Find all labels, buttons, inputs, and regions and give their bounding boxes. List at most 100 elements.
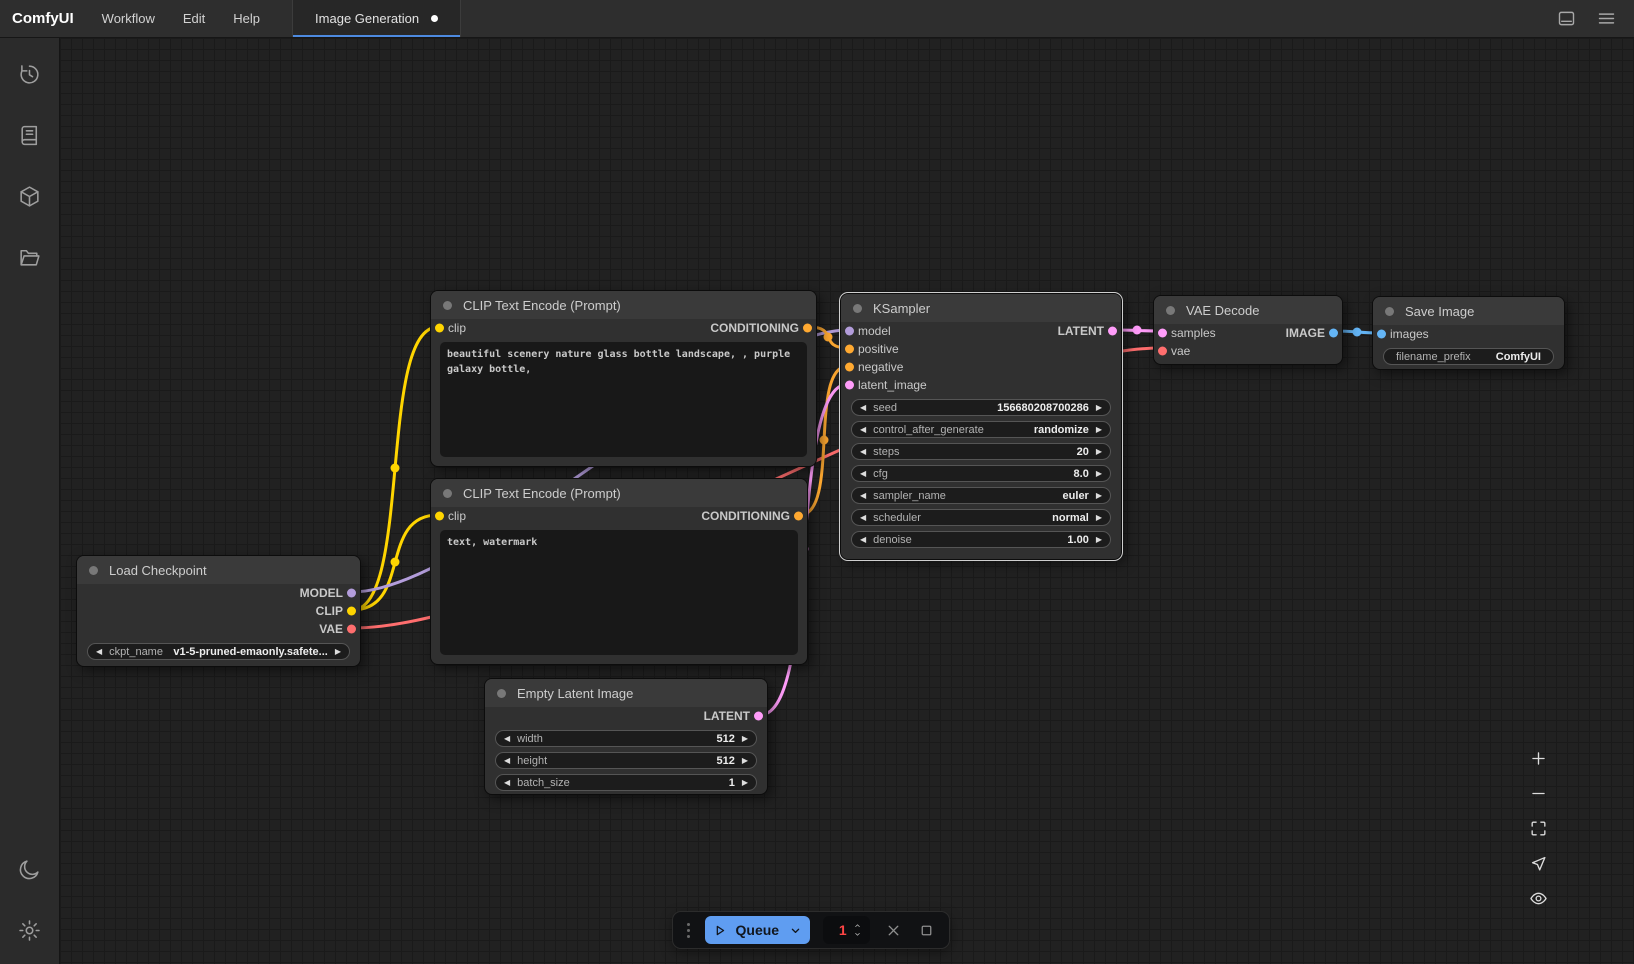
- output-port-LATENT[interactable]: [754, 712, 763, 721]
- widget-seed[interactable]: ◀seed156680208700286▶: [851, 399, 1111, 416]
- input-port-negative[interactable]: [845, 363, 854, 372]
- widget-right-arrow-icon[interactable]: ▶: [1096, 404, 1102, 412]
- node-save-image[interactable]: Save Imageimagesfilename_prefixComfyUI: [1372, 296, 1565, 370]
- model-library-icon[interactable]: [8, 174, 52, 218]
- widget-left-arrow-icon[interactable]: ◀: [860, 470, 866, 478]
- prompt-textarea[interactable]: beautiful scenery nature glass bottle la…: [440, 342, 807, 457]
- node-header[interactable]: CLIP Text Encode (Prompt): [431, 291, 816, 319]
- input-port-images[interactable]: [1377, 330, 1386, 339]
- collapse-dot-icon[interactable]: [1166, 306, 1175, 315]
- widget-cfg[interactable]: ◀cfg8.0▶: [851, 465, 1111, 482]
- settings-gear-icon[interactable]: [8, 908, 52, 952]
- menu-help[interactable]: Help: [219, 0, 274, 37]
- input-port-samples[interactable]: [1158, 329, 1167, 338]
- menu-edit[interactable]: Edit: [169, 0, 219, 37]
- node-clip-text-encode-positive[interactable]: CLIP Text Encode (Prompt)clipCONDITIONIN…: [430, 290, 817, 467]
- hamburger-menu-icon[interactable]: [1586, 0, 1626, 37]
- input-port-clip[interactable]: [435, 324, 444, 333]
- zoom-out-icon[interactable]: [1524, 781, 1552, 805]
- node-vae-decode[interactable]: VAE DecodesamplesIMAGEvae: [1153, 295, 1343, 365]
- widget-batch_size[interactable]: ◀batch_size1▶: [495, 774, 757, 791]
- node-header[interactable]: KSampler: [841, 294, 1121, 322]
- widget-left-arrow-icon[interactable]: ◀: [504, 735, 510, 743]
- widget-steps[interactable]: ◀steps20▶: [851, 443, 1111, 460]
- widget-right-arrow-icon[interactable]: ▶: [1096, 426, 1102, 434]
- clear-queue-square-icon[interactable]: [916, 918, 937, 942]
- widget-right-arrow-icon[interactable]: ▶: [1096, 470, 1102, 478]
- node-header[interactable]: CLIP Text Encode (Prompt): [431, 479, 807, 507]
- stepper-up-icon[interactable]: [851, 921, 864, 930]
- node-header[interactable]: Empty Latent Image: [485, 679, 767, 707]
- input-port-model[interactable]: [845, 327, 854, 336]
- input-port-vae[interactable]: [1158, 347, 1167, 356]
- input-port-latent_image[interactable]: [845, 381, 854, 390]
- output-port-MODEL[interactable]: [347, 589, 356, 598]
- input-port-clip[interactable]: [435, 512, 444, 521]
- drag-handle-icon[interactable]: [685, 921, 692, 940]
- prompt-textarea[interactable]: text, watermark: [440, 530, 798, 655]
- menu-workflow[interactable]: Workflow: [88, 0, 169, 37]
- node-header[interactable]: VAE Decode: [1154, 296, 1342, 324]
- widget-right-arrow-icon[interactable]: ▶: [742, 779, 748, 787]
- widget-scheduler[interactable]: ◀schedulernormal▶: [851, 509, 1111, 526]
- collapse-dot-icon[interactable]: [89, 566, 98, 575]
- widget-denoise[interactable]: ◀denoise1.00▶: [851, 531, 1111, 548]
- stepper-down-icon[interactable]: [851, 930, 864, 939]
- widget-right-arrow-icon[interactable]: ▶: [1096, 514, 1102, 522]
- collapse-dot-icon[interactable]: [853, 304, 862, 313]
- collapse-dot-icon[interactable]: [443, 489, 452, 498]
- widget-value: 20: [1077, 446, 1089, 458]
- widget-width[interactable]: ◀width512▶: [495, 730, 757, 747]
- app-logo[interactable]: ComfyUI: [0, 0, 88, 37]
- output-port-VAE[interactable]: [347, 625, 356, 634]
- history-icon[interactable]: [8, 52, 52, 96]
- output-port-CLIP[interactable]: [347, 607, 356, 616]
- node-header[interactable]: Save Image: [1373, 297, 1564, 325]
- zoom-in-icon[interactable]: [1524, 746, 1552, 770]
- widget-left-arrow-icon[interactable]: ◀: [96, 648, 102, 656]
- node-empty-latent-image[interactable]: Empty Latent ImageLATENT◀width512▶◀heigh…: [484, 678, 768, 795]
- widget-left-arrow-icon[interactable]: ◀: [860, 514, 866, 522]
- widget-height[interactable]: ◀height512▶: [495, 752, 757, 769]
- node-load-checkpoint[interactable]: Load CheckpointMODELCLIPVAE◀ckpt_namev1-…: [76, 555, 361, 667]
- widget-left-arrow-icon[interactable]: ◀: [504, 757, 510, 765]
- toggle-link-visibility-eye-icon[interactable]: [1524, 886, 1552, 910]
- node-ksampler[interactable]: KSamplermodelLATENTpositivenegativelaten…: [840, 293, 1122, 560]
- widget-left-arrow-icon[interactable]: ◀: [860, 426, 866, 434]
- widget-right-arrow-icon[interactable]: ▶: [1096, 536, 1102, 544]
- input-port-positive[interactable]: [845, 345, 854, 354]
- interrupt-x-icon[interactable]: [883, 918, 904, 942]
- node-header[interactable]: Load Checkpoint: [77, 556, 360, 584]
- toggle-bottom-panel-icon[interactable]: [1546, 0, 1586, 37]
- batch-count-input[interactable]: 1: [823, 916, 870, 944]
- output-port-LATENT[interactable]: [1108, 327, 1117, 336]
- widget-right-arrow-icon[interactable]: ▶: [742, 735, 748, 743]
- widget-ckpt_name[interactable]: ◀ckpt_namev1-5-pruned-emaonly.safete...▶: [87, 643, 350, 660]
- output-port-IMAGE[interactable]: [1329, 329, 1338, 338]
- node-clip-text-encode-negative[interactable]: CLIP Text Encode (Prompt)clipCONDITIONIN…: [430, 478, 808, 665]
- output-port-CONDITIONING[interactable]: [794, 512, 803, 521]
- theme-toggle-moon-icon[interactable]: [8, 847, 52, 891]
- widget-filename_prefix[interactable]: filename_prefixComfyUI: [1383, 348, 1554, 365]
- queue-button[interactable]: Queue: [705, 916, 810, 944]
- fit-view-icon[interactable]: [1524, 816, 1552, 840]
- select-mode-cursor-icon[interactable]: [1524, 851, 1552, 875]
- workflow-tab[interactable]: Image Generation: [292, 0, 461, 37]
- widget-left-arrow-icon[interactable]: ◀: [860, 536, 866, 544]
- widget-right-arrow-icon[interactable]: ▶: [1096, 492, 1102, 500]
- widget-right-arrow-icon[interactable]: ▶: [742, 757, 748, 765]
- collapse-dot-icon[interactable]: [1385, 307, 1394, 316]
- collapse-dot-icon[interactable]: [497, 689, 506, 698]
- widget-sampler_name[interactable]: ◀sampler_nameeuler▶: [851, 487, 1111, 504]
- output-port-CONDITIONING[interactable]: [803, 324, 812, 333]
- widget-left-arrow-icon[interactable]: ◀: [860, 492, 866, 500]
- widget-right-arrow-icon[interactable]: ▶: [335, 648, 341, 656]
- widget-control_after_generate[interactable]: ◀control_after_generaterandomize▶: [851, 421, 1111, 438]
- widget-right-arrow-icon[interactable]: ▶: [1096, 448, 1102, 456]
- widget-left-arrow-icon[interactable]: ◀: [504, 779, 510, 787]
- widget-left-arrow-icon[interactable]: ◀: [860, 448, 866, 456]
- widget-left-arrow-icon[interactable]: ◀: [860, 404, 866, 412]
- node-library-icon[interactable]: [8, 113, 52, 157]
- collapse-dot-icon[interactable]: [443, 301, 452, 310]
- workflows-folder-icon[interactable]: [8, 235, 52, 279]
